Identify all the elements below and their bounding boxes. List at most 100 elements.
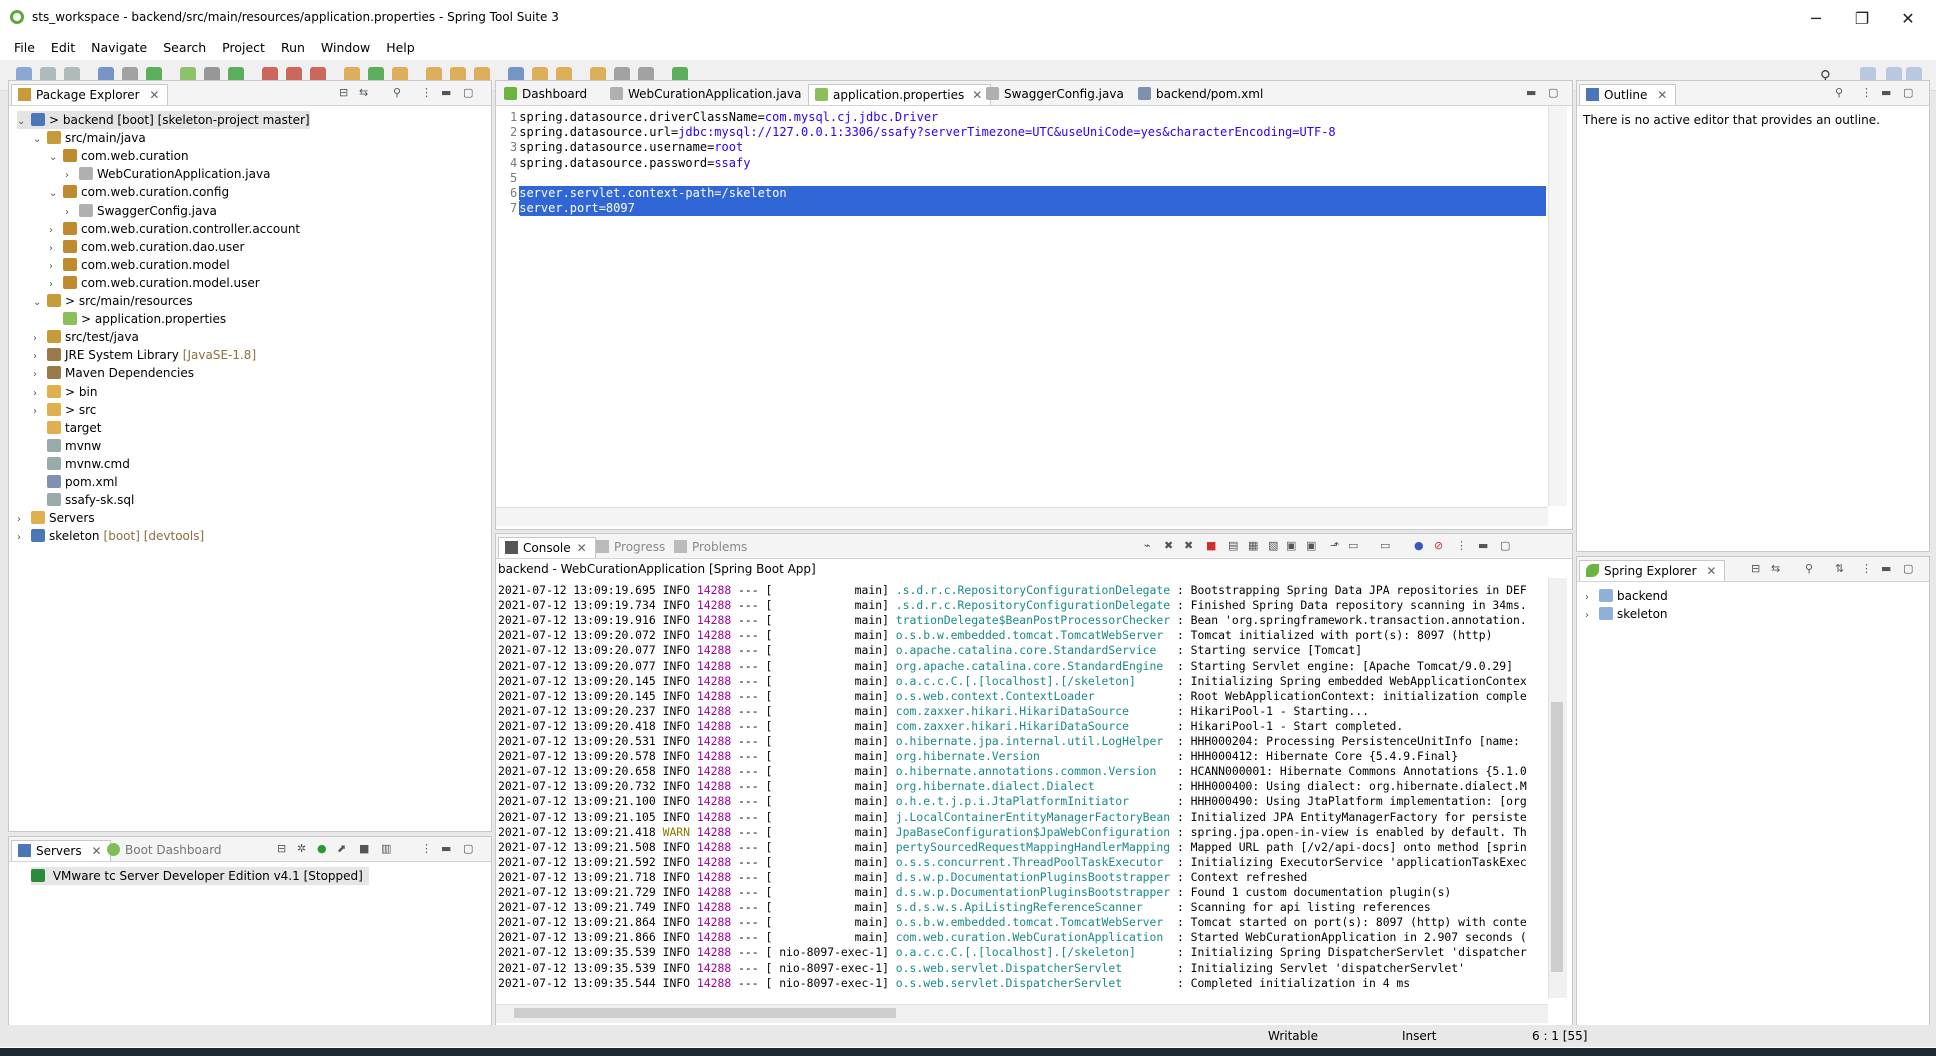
minimize-view-icon[interactable]: ▬ [441,842,451,855]
tab-console[interactable]: Console ✕ [498,537,596,558]
minimize-view-icon[interactable]: ▬ [441,86,451,99]
spring-boot-icon[interactable]: ● [1414,539,1424,552]
maximize-view-icon[interactable]: ▢ [1903,562,1913,575]
open-console-icon[interactable]: ▭ [1380,539,1390,552]
stop-server-icon[interactable]: ■ [359,842,369,855]
scroll-lock-icon[interactable]: ▦ [1248,539,1258,552]
view-menu-icon[interactable]: ⋮ [421,842,432,855]
collapse-all-icon[interactable]: ⊟ [339,86,348,99]
tree-item[interactable]: ⌄ > backend [boot] [skeleton-project mast… [17,111,310,129]
console-hscroll-thumb[interactable] [514,1008,896,1018]
close-icon[interactable]: ✕ [577,541,587,555]
chevron-down-icon[interactable]: ⌄ [33,131,47,149]
debug-server-icon[interactable]: ✲ [297,842,306,855]
tree-item[interactable]: > application.properties [49,310,226,328]
tree-item[interactable]: › com.web.curation.dao.user [49,238,244,256]
editor-tab[interactable]: Dashboard [498,84,595,104]
tab-problems[interactable]: Problems [668,537,755,557]
menu-edit[interactable]: Edit [43,38,83,55]
chevron-down-icon[interactable]: ⌄ [33,294,47,312]
close-icon[interactable]: ✕ [1657,88,1667,102]
link-editor-icon[interactable]: ⇆ [1771,562,1780,575]
start-server-icon[interactable]: ● [317,842,327,855]
menu-help[interactable]: Help [378,38,423,55]
minimize-view-icon[interactable]: ▬ [1881,562,1891,575]
chevron-right-icon[interactable]: › [1585,607,1599,625]
terminate-icon[interactable]: ■ [1206,539,1216,552]
tree-item[interactable]: › JRE System Library [JavaSE-1.8] [33,346,256,364]
tree-item[interactable]: › com.web.curation.model.user [49,274,260,292]
editor-text-area[interactable]: 1 spring.datasource.driverClassName=com.m… [496,106,1548,506]
tab-progress[interactable]: Progress [590,537,673,557]
tree-item[interactable]: ssafy-sk.sql [33,491,134,509]
tree-item[interactable]: › src/test/java [33,328,139,346]
tab-servers[interactable]: Servers ✕ [11,840,111,861]
tree-item[interactable]: mvnw.cmd [33,455,130,473]
editor-tab[interactable]: SwaggerConfig.java [980,84,1132,104]
filter-icon[interactable]: ⚲ [1805,562,1813,575]
menu-navigate[interactable]: Navigate [83,38,155,55]
minimize-view-icon[interactable]: ▬ [1478,539,1488,552]
view-menu-icon[interactable]: ⋮ [421,86,432,99]
profile-server-icon[interactable]: ⬈ [337,842,346,855]
tree-item[interactable]: › skeleton [boot] [devtools] [17,527,204,545]
tree-item[interactable]: › com.web.curation.model [49,256,230,274]
maximize-view-icon[interactable]: ▢ [463,842,473,855]
view-menu-icon[interactable]: ⋮ [1861,86,1872,99]
collapse-all-icon[interactable]: ⊟ [1751,562,1760,575]
menu-project[interactable]: Project [214,38,273,55]
menu-run[interactable]: Run [273,38,313,55]
chevron-down-icon[interactable]: ⌄ [49,149,63,167]
show-on-stdout-icon[interactable]: ▣ [1286,539,1296,552]
tree-item[interactable]: ⌄ src/main/java [33,129,146,147]
menu-search[interactable]: Search [155,38,214,55]
view-menu-icon[interactable]: ⋮ [1456,539,1467,552]
spring-tree-item[interactable]: › skeleton [1585,605,1668,623]
filter-icon[interactable]: ⚲ [393,86,401,99]
editor-tab[interactable]: backend/pom.xml [1132,84,1271,104]
show-on-stderr-icon[interactable]: ▣ [1306,539,1316,552]
tab-outline[interactable]: Outline ✕ [1579,84,1677,105]
chevron-down-icon[interactable]: ⌄ [17,113,31,131]
spring-tree-item[interactable]: › backend [1585,587,1668,605]
tree-item[interactable]: ⌄ com.web.curation [49,147,189,165]
console-scroll-thumb[interactable] [1551,702,1563,972]
tree-item[interactable]: pom.xml [33,473,118,491]
close-button[interactable]: ✕ [1888,6,1928,32]
maximize-view-icon[interactable]: ▢ [1500,539,1510,552]
disconnect-icon[interactable]: ⌁ [1144,539,1151,552]
close-icon[interactable]: ✕ [149,88,159,102]
maximize-button[interactable]: ❐ [1842,6,1882,32]
tab-spring-explorer[interactable]: Spring Explorer ✕ [1579,560,1726,581]
stop-icon[interactable]: ⊘ [1434,539,1443,552]
display-console-icon[interactable]: ▭ [1348,539,1358,552]
tree-item[interactable]: mvnw [33,437,101,455]
word-wrap-icon[interactable]: ▧ [1268,539,1278,552]
remove-launch-icon[interactable]: ✖ [1164,539,1173,552]
publish-icon[interactable]: ▥ [381,842,391,855]
tree-item[interactable]: ⌄ > src/main/resources [33,292,193,310]
server-entry[interactable]: VMware tc Server Developer Edition v4.1 … [31,867,369,885]
maximize-view-icon[interactable]: ▢ [1548,86,1558,99]
tree-item[interactable]: ⌄ com.web.curation.config [49,183,229,201]
tab-package-explorer[interactable]: Package Explorer ✕ [11,84,169,105]
minimize-view-icon[interactable]: ▬ [1881,86,1891,99]
tree-item[interactable]: › SwaggerConfig.java [65,202,217,220]
minimize-view-icon[interactable]: ▬ [1526,86,1536,99]
tree-item[interactable]: › > bin [33,383,97,401]
clear-console-icon[interactable]: ▤ [1228,539,1238,552]
link-editor-icon[interactable]: ⇆ [359,86,368,99]
close-icon[interactable]: ✕ [91,844,101,858]
collapse-icon[interactable]: ⊟ [277,842,286,855]
tree-item[interactable]: › Maven Dependencies [33,364,194,382]
tree-item[interactable]: › > src [33,401,96,419]
chevron-down-icon[interactable]: ⌄ [49,185,63,203]
menu-file[interactable]: File [6,38,43,55]
editor-tab[interactable]: application.properties ✕ [808,84,992,105]
pin-console-icon[interactable]: ⬏ [1330,539,1339,552]
filter-icon[interactable]: ⚲ [1835,86,1843,99]
tab-boot-dashboard[interactable]: Boot Dashboard [101,840,230,860]
maximize-view-icon[interactable]: ▢ [1903,86,1913,99]
remove-all-icon[interactable]: ✖ [1184,539,1193,552]
chevron-right-icon[interactable]: › [17,529,31,547]
